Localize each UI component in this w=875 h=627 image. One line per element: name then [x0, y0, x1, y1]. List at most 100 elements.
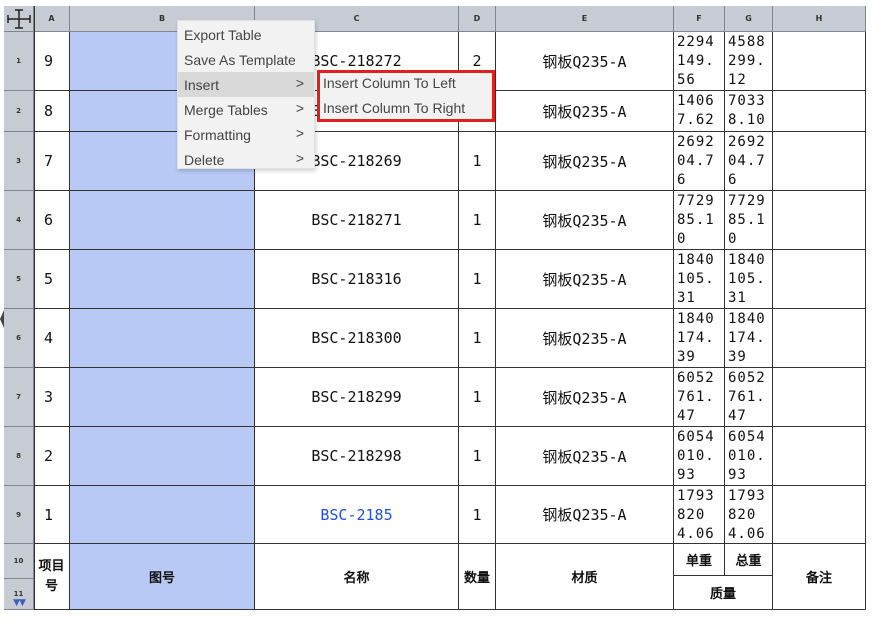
row-header-10[interactable]: 10 [4, 544, 34, 579]
footer-drawing-no: 图号 [70, 544, 255, 610]
total-weight-cell[interactable]: 772985.10 [725, 191, 773, 250]
remarks-cell[interactable] [773, 191, 866, 250]
row-header-7[interactable]: 7 [4, 368, 34, 427]
unit-weight-cell[interactable]: 772985.10 [674, 191, 725, 250]
remarks-cell[interactable] [773, 132, 866, 191]
menu-item-delete[interactable]: Delete > [178, 147, 314, 172]
item-number-cell[interactable]: 9 [34, 32, 70, 91]
item-number-cell[interactable]: 1 [34, 486, 70, 544]
material-cell[interactable]: 钢板Q235-A [496, 32, 674, 91]
row-header-6[interactable]: 6 [4, 309, 34, 368]
material-cell[interactable]: 钢板Q235-A [496, 486, 674, 544]
code-cell[interactable]: BSC-2185 [255, 486, 459, 544]
unit-weight-cell[interactable]: 269204.76 [674, 132, 725, 191]
drawing-no-cell[interactable] [70, 486, 255, 544]
item-number-cell[interactable]: 7 [34, 132, 70, 191]
menu-item-insert-column-left[interactable]: Insert Column To Left [317, 70, 493, 95]
item-number-cell[interactable]: 4 [34, 309, 70, 368]
quantity-cell[interactable]: 1 [459, 132, 496, 191]
footer-mass: 质量 [674, 576, 773, 610]
col-header-g[interactable]: G [725, 6, 773, 32]
drawing-no-cell[interactable] [70, 309, 255, 368]
row-header-9[interactable]: 9 [4, 486, 34, 544]
table-move-handle[interactable] [4, 6, 34, 32]
menu-item-label: Save As Template [184, 51, 296, 68]
menu-item-insert[interactable]: Insert > [178, 72, 314, 97]
unit-weight-cell[interactable]: 1840174.39 [674, 309, 725, 368]
material-cell[interactable]: 钢板Q235-A [496, 427, 674, 486]
insert-submenu: Insert Column To Left Insert Column To R… [317, 70, 493, 120]
quantity-cell[interactable]: 1 [459, 427, 496, 486]
col-header-e[interactable]: E [496, 6, 674, 32]
total-weight-cell[interactable]: 4588299.12 [725, 32, 773, 91]
code-cell[interactable]: BSC-218271 [255, 191, 459, 250]
total-weight-cell[interactable]: 1840105.31 [725, 250, 773, 309]
material-cell[interactable]: 钢板Q235-A [496, 368, 674, 427]
col-header-h[interactable]: H [773, 6, 866, 32]
total-weight-cell[interactable]: 6054010.93 [725, 427, 773, 486]
row-header-1[interactable]: 1 [4, 32, 34, 91]
quantity-cell[interactable]: 1 [459, 250, 496, 309]
drawing-no-cell[interactable] [70, 191, 255, 250]
material-cell[interactable]: 钢板Q235-A [496, 309, 674, 368]
material-cell[interactable]: 钢板Q235-A [496, 132, 674, 191]
item-number-cell[interactable]: 8 [34, 91, 70, 132]
row-header-4[interactable]: 4 [4, 191, 34, 250]
menu-item-merge-tables[interactable]: Merge Tables > [178, 97, 314, 122]
unit-weight-cell[interactable]: 14067.62 [674, 91, 725, 132]
menu-item-label: Formatting [184, 126, 251, 143]
scroll-down-arrows-icon[interactable]: ▼▼ [6, 597, 32, 609]
row-header-8[interactable]: 8 [4, 427, 34, 486]
quantity-cell[interactable]: 1 [459, 486, 496, 544]
quantity-cell[interactable]: 1 [459, 368, 496, 427]
item-number-cell[interactable]: 3 [34, 368, 70, 427]
material-cell[interactable]: 钢板Q235-A [496, 191, 674, 250]
drawing-no-cell[interactable] [70, 368, 255, 427]
item-number-cell[interactable]: 2 [34, 427, 70, 486]
unit-weight-cell[interactable]: 1840105.31 [674, 250, 725, 309]
remarks-cell[interactable] [773, 32, 866, 91]
menu-item-formatting[interactable]: Formatting > [178, 122, 314, 147]
total-weight-cell[interactable]: 6052761.47 [725, 368, 773, 427]
move-cross-icon [6, 8, 31, 29]
total-weight-cell[interactable]: 269204.76 [725, 132, 773, 191]
drawing-no-cell[interactable] [70, 427, 255, 486]
total-weight-cell[interactable]: 1840174.39 [725, 309, 773, 368]
unit-weight-cell[interactable]: 2294149.56 [674, 32, 725, 91]
code-cell[interactable]: BSC-218316 [255, 250, 459, 309]
row-header-5[interactable]: 5 [4, 250, 34, 309]
unit-weight-cell[interactable]: 17938204.06 [674, 486, 725, 544]
item-number-cell[interactable]: 5 [34, 250, 70, 309]
quantity-cell[interactable]: 1 [459, 191, 496, 250]
remarks-cell[interactable] [773, 250, 866, 309]
code-cell[interactable]: BSC-218299 [255, 368, 459, 427]
remarks-cell[interactable] [773, 427, 866, 486]
resize-handle-icon[interactable] [0, 310, 4, 328]
row-header-2[interactable]: 2 [4, 91, 34, 132]
footer-quantity: 数量 [459, 544, 496, 610]
col-header-a[interactable]: A [34, 6, 70, 32]
remarks-cell[interactable] [773, 91, 866, 132]
item-number-cell[interactable]: 6 [34, 191, 70, 250]
menu-item-save-as-template[interactable]: Save As Template [178, 47, 314, 72]
material-cell[interactable]: 钢板Q235-A [496, 250, 674, 309]
unit-weight-cell[interactable]: 6052761.47 [674, 368, 725, 427]
remarks-cell[interactable] [773, 368, 866, 427]
quantity-cell[interactable]: 1 [459, 309, 496, 368]
unit-weight-cell[interactable]: 6054010.93 [674, 427, 725, 486]
drawing-no-cell[interactable] [70, 250, 255, 309]
menu-item-export-table[interactable]: Export Table [178, 22, 314, 47]
total-weight-cell[interactable]: 17938204.06 [725, 486, 773, 544]
material-cell[interactable]: 钢板Q235-A [496, 91, 674, 132]
footer-item-no: 项目号 [34, 544, 70, 610]
code-cell[interactable]: BSC-218298 [255, 427, 459, 486]
menu-item-insert-column-right[interactable]: Insert Column To Right [317, 95, 493, 120]
menu-item-label: Delete [184, 151, 225, 168]
remarks-cell[interactable] [773, 486, 866, 544]
col-header-f[interactable]: F [674, 6, 725, 32]
total-weight-cell[interactable]: 70338.10 [725, 91, 773, 132]
col-header-d[interactable]: D [459, 6, 496, 32]
code-cell[interactable]: BSC-218300 [255, 309, 459, 368]
row-header-3[interactable]: 3 [4, 132, 34, 191]
remarks-cell[interactable] [773, 309, 866, 368]
